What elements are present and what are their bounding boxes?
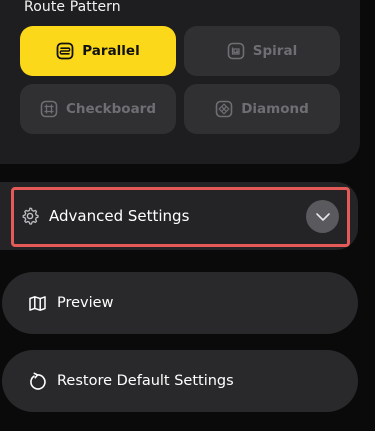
preview-button[interactable]: Preview: [2, 272, 358, 334]
restore-label: Restore Default Settings: [57, 373, 234, 389]
pattern-parallel-label: Parallel: [82, 43, 140, 59]
pattern-spiral-button[interactable]: Spiral: [184, 26, 340, 76]
spiral-icon: [227, 42, 245, 60]
preview-label: Preview: [57, 295, 114, 311]
expand-button[interactable]: [306, 200, 339, 233]
pattern-diamond-button[interactable]: Diamond: [184, 84, 340, 134]
settings-panel: Route Pattern Parallel Spiral Checkboard…: [0, 0, 375, 431]
restore-icon: [28, 372, 47, 391]
advanced-settings-label: Advanced Settings: [49, 207, 190, 225]
diamond-icon: [215, 100, 233, 118]
map-icon: [28, 294, 47, 313]
chevron-down-icon: [315, 212, 331, 222]
pattern-checkboard-label: Checkboard: [65, 101, 157, 117]
pattern-diamond-label: Diamond: [241, 101, 309, 117]
route-pattern-title: Route Pattern: [24, 0, 121, 15]
pattern-spiral-label: Spiral: [252, 43, 298, 59]
parallel-icon: [56, 42, 74, 60]
pattern-checkboard-button[interactable]: Checkboard: [20, 84, 176, 134]
pattern-parallel-button[interactable]: Parallel: [20, 26, 176, 76]
route-pattern-card: Route Pattern Parallel Spiral Checkboard…: [0, 0, 360, 164]
gear-icon: [20, 206, 40, 226]
restore-defaults-button[interactable]: Restore Default Settings: [2, 350, 358, 412]
grid-icon: [40, 100, 58, 118]
